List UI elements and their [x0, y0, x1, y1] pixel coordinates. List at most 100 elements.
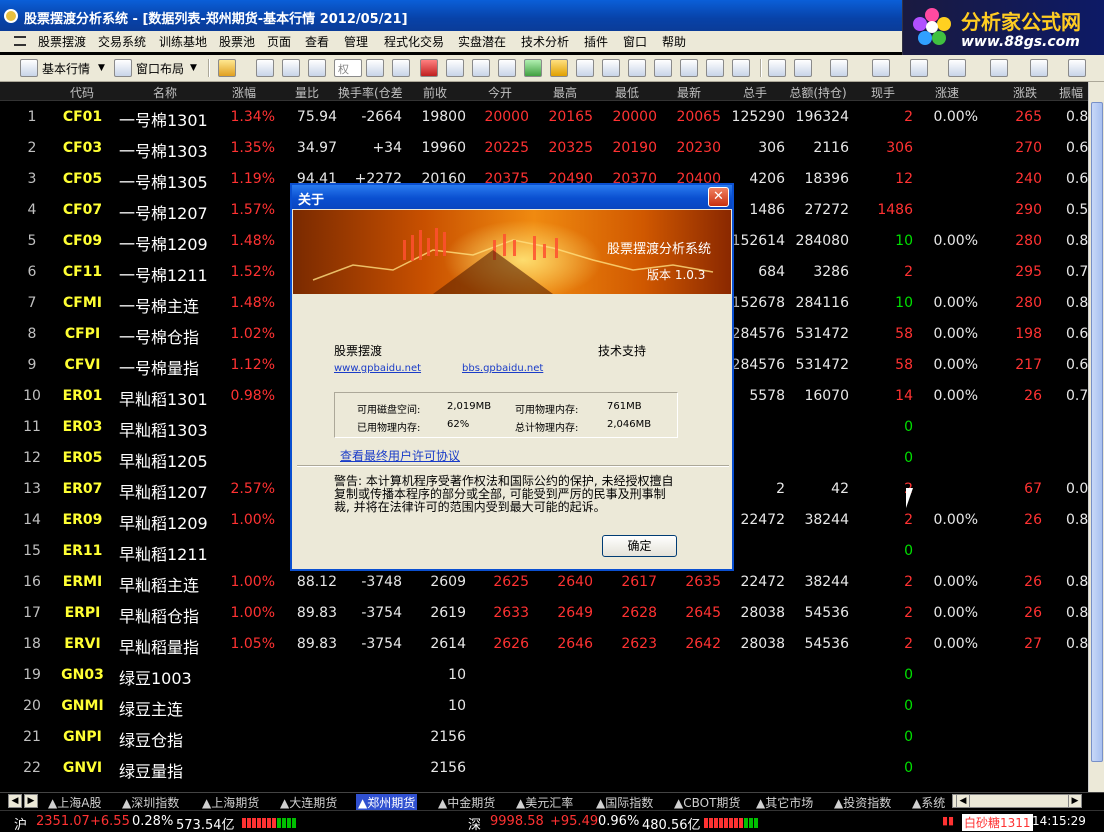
col-code[interactable]: 代码: [60, 84, 104, 101]
cell-chg: 1.00%: [230, 512, 275, 528]
ellipse-tool-icon[interactable]: [1068, 59, 1086, 77]
horizontal-scrollbar[interactable]: [952, 794, 1078, 808]
quote-dropdown-icon[interactable]: ▼: [98, 63, 105, 73]
table-row[interactable]: 20 GNMI 绿豆主连 10 0: [0, 691, 1088, 722]
fan-tool-icon[interactable]: [948, 59, 966, 77]
tab-investment-index[interactable]: ▲投资指数: [832, 794, 893, 810]
vertical-scrollbar[interactable]: [1088, 82, 1104, 792]
warning-icon[interactable]: [550, 59, 568, 77]
basic-quote-button[interactable]: 基本行情: [42, 60, 90, 77]
tab-shenzhen-index[interactable]: ▲深圳指数: [120, 794, 181, 810]
print-icon[interactable]: [732, 59, 750, 77]
close-icon[interactable]: ✕: [708, 187, 729, 207]
website-link[interactable]: www.gpbaidu.net: [334, 363, 421, 374]
menu-help[interactable]: 帮助: [662, 33, 686, 50]
tab-system[interactable]: ▲系统: [910, 794, 947, 810]
calendar-icon[interactable]: [602, 59, 620, 77]
rights-select[interactable]: 权: [334, 59, 362, 77]
grid-icon[interactable]: [308, 59, 326, 77]
table-row[interactable]: 1 CF01 一号棉1301 1.34% 75.94 -2664 19800 20000 201…: [0, 102, 1088, 133]
menu-live-trading[interactable]: 实盘潜在: [458, 33, 506, 50]
table-row[interactable]: 21 GNPI 绿豆仓指 2156 0: [0, 722, 1088, 753]
window-layout-button[interactable]: 窗口布局: [136, 60, 184, 77]
copy-icon[interactable]: [446, 59, 464, 77]
menu-training-base[interactable]: 训练基地: [159, 33, 207, 50]
ok-button[interactable]: 确定: [602, 535, 677, 557]
table-row[interactable]: 19 GN03 绿豆1003 10 0: [0, 660, 1088, 691]
col-volume-ratio[interactable]: 量比: [282, 84, 332, 101]
col-amplitude[interactable]: 振幅: [1054, 84, 1088, 101]
table-row[interactable]: 16 ERMI 早籼稻主连 1.00% 88.12 -3748 2609 2625 2640 26…: [0, 567, 1088, 598]
ticker-contract[interactable]: 白砂糖1311: [962, 814, 1033, 831]
tab-cffex-futures[interactable]: ▲中金期货: [436, 794, 497, 810]
draw-icon[interactable]: [768, 59, 786, 77]
split-icon[interactable]: [706, 59, 724, 77]
green-tool-icon[interactable]: [524, 59, 542, 77]
col-volume[interactable]: 总手: [730, 84, 780, 101]
crosshair-icon[interactable]: [282, 59, 300, 77]
menu-window[interactable]: 窗口: [623, 33, 647, 50]
menu-page[interactable]: 页面: [267, 33, 291, 50]
quote-icon[interactable]: [20, 59, 38, 77]
cell-amp: 0.8: [1066, 636, 1088, 652]
table-row[interactable]: 18 ERVI 早籼稻量指 1.05% 89.83 -3754 2614 2626 2646 26…: [0, 629, 1088, 660]
hscroll-left-icon[interactable]: ◀: [956, 794, 970, 808]
bbs-link[interactable]: bbs.gpbaidu.net: [462, 363, 543, 374]
menu-stock-pool[interactable]: 股票池: [219, 33, 255, 50]
table-row[interactable]: 2 CF03 一号棉1303 1.35% 34.97 +34 19960 20225 20325…: [0, 133, 1088, 164]
col-last[interactable]: 最新: [664, 84, 714, 101]
alert-icon[interactable]: [498, 59, 516, 77]
menu-trading-system[interactable]: 交易系统: [98, 33, 146, 50]
tab-shanghai-a[interactable]: ▲上海A股: [46, 794, 103, 810]
panel-icon[interactable]: [680, 59, 698, 77]
menu-technical-analysis[interactable]: 技术分析: [521, 33, 569, 50]
angle-tool-icon[interactable]: [910, 59, 928, 77]
col-open[interactable]: 今开: [475, 84, 525, 101]
tab-other-markets[interactable]: ▲其它市场: [754, 794, 815, 810]
col-change-pct[interactable]: 涨幅: [218, 84, 270, 101]
chart-icon[interactable]: [256, 59, 274, 77]
rectangle-tool-icon[interactable]: [1030, 59, 1048, 77]
channel-tool-icon[interactable]: [990, 59, 1008, 77]
col-turnover[interactable]: 换手率(仓差: [338, 84, 402, 101]
tab-cbot-futures[interactable]: ▲CBOT期货: [672, 794, 742, 810]
window-icon[interactable]: [654, 59, 672, 77]
tab-usd-rates[interactable]: ▲美元汇率: [514, 794, 575, 810]
layout-dropdown-icon[interactable]: ▼: [190, 63, 197, 73]
document-icon[interactable]: [472, 59, 490, 77]
text-tool-icon[interactable]: [830, 59, 848, 77]
col-change[interactable]: 涨跌: [1000, 84, 1050, 101]
line-tool-icon[interactable]: [794, 59, 812, 77]
license-link[interactable]: 查看最终用户许可协议: [340, 447, 460, 464]
zoom-out-icon[interactable]: [392, 59, 410, 77]
tab-zhengzhou-futures[interactable]: ▲郑州期货: [356, 794, 418, 810]
tab-dalian-futures[interactable]: ▲大连期货: [278, 794, 339, 810]
zoom-in-icon[interactable]: [366, 59, 384, 77]
tab-intl-index[interactable]: ▲国际指数: [594, 794, 655, 810]
col-open-interest[interactable]: 总额(持仓): [784, 84, 852, 101]
tab-scroll-right-icon[interactable]: ▶: [24, 794, 38, 808]
tab-shanghai-futures[interactable]: ▲上海期货: [200, 794, 261, 810]
open-folder-icon[interactable]: [218, 59, 236, 77]
scrollbar-thumb[interactable]: [1091, 102, 1103, 762]
menu-gupiao-baidu[interactable]: 股票摆渡: [38, 33, 86, 50]
menu-view[interactable]: 查看: [305, 33, 329, 50]
table-icon[interactable]: [628, 59, 646, 77]
col-name[interactable]: 名称: [130, 84, 200, 101]
bar-chart-icon[interactable]: [420, 59, 438, 77]
menu-manage[interactable]: 管理: [344, 33, 368, 50]
col-speed[interactable]: 涨速: [922, 84, 972, 101]
bars-tool-icon[interactable]: [872, 59, 890, 77]
col-current-vol[interactable]: 现手: [858, 84, 908, 101]
settings-icon[interactable]: [576, 59, 594, 77]
window-layout-icon[interactable]: [114, 59, 132, 77]
menu-plugins[interactable]: 插件: [584, 33, 608, 50]
menu-program-trading[interactable]: 程式化交易: [384, 33, 444, 50]
table-row[interactable]: 22 GNVI 绿豆量指 2156 0: [0, 753, 1088, 784]
hscroll-right-icon[interactable]: ▶: [1068, 794, 1082, 808]
tab-scroll-left-icon[interactable]: ◀: [8, 794, 22, 808]
table-row[interactable]: 17 ERPI 早籼稻仓指 1.00% 89.83 -3754 2619 2633 2649 26…: [0, 598, 1088, 629]
col-high[interactable]: 最高: [540, 84, 590, 101]
col-prev-close[interactable]: 前收: [410, 84, 460, 101]
col-low[interactable]: 最低: [602, 84, 652, 101]
